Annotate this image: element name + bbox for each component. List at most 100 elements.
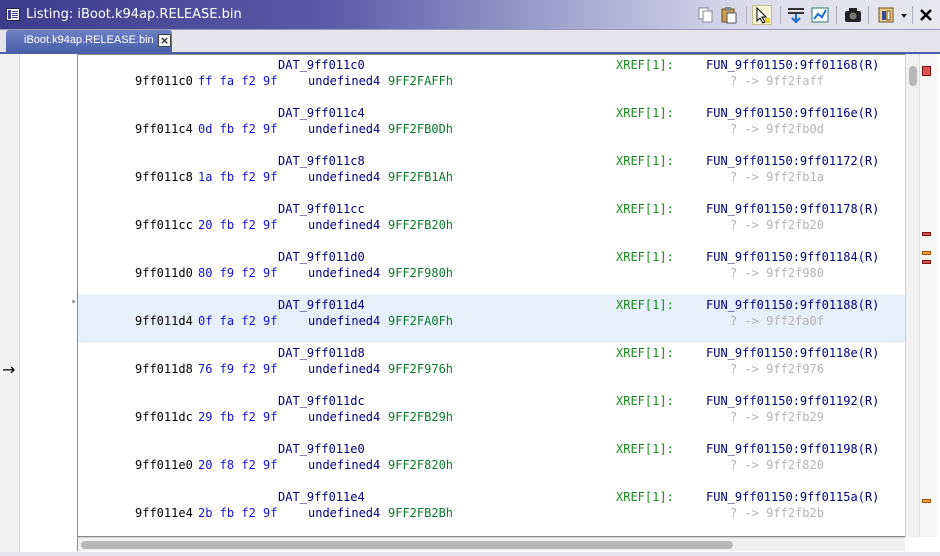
listing-entry[interactable]: DAT_9ff011cc XREF[1]: FUN_9ff01150:9ff0117… bbox=[78, 199, 905, 247]
instruction-address: 9ff011d4 bbox=[135, 314, 193, 328]
xref-label: XREF[1]: bbox=[616, 106, 674, 120]
data-type: undefined4 bbox=[308, 458, 381, 472]
instruction-bytes: 80 f9 f2 9f bbox=[198, 266, 278, 280]
marker-red[interactable] bbox=[922, 260, 931, 264]
xref-function-link[interactable]: FUN_9ff01150:9ff0115a(R) bbox=[706, 490, 879, 504]
data-label[interactable]: DAT_9ff011cc bbox=[278, 202, 365, 216]
paste-icon[interactable] bbox=[719, 5, 739, 25]
data-value: 9FF2FB20h bbox=[388, 218, 454, 232]
xref-ref-type: (R) bbox=[857, 58, 880, 72]
instruction-address: 9ff011e0 bbox=[135, 458, 193, 472]
instruction-address: 9ff011d8 bbox=[135, 362, 193, 376]
pointer-reference: ? -> 9ff2fb0d bbox=[730, 122, 824, 136]
data-label[interactable]: DAT_9ff011e4 bbox=[278, 490, 365, 504]
marker-orange[interactable] bbox=[922, 251, 931, 255]
instruction-bytes: 2b fb f2 9f bbox=[198, 506, 278, 520]
instruction-address: 9ff011d0 bbox=[135, 266, 193, 280]
data-label[interactable]: DAT_9ff011c8 bbox=[278, 154, 365, 168]
data-type: undefined4 bbox=[308, 170, 381, 184]
xref-ref-type: (R) bbox=[857, 298, 880, 312]
xref-function-link[interactable]: FUN_9ff01150:9ff01168(R) bbox=[706, 58, 879, 72]
data-label[interactable]: DAT_9ff011e0 bbox=[278, 442, 365, 456]
data-label[interactable]: DAT_9ff011d8 bbox=[278, 346, 365, 360]
xref-function-link[interactable]: FUN_9ff01150:9ff01192(R) bbox=[706, 394, 879, 408]
listing-entry[interactable]: DAT_9ff011c8 XREF[1]: FUN_9ff01150:9ff0117… bbox=[78, 151, 905, 199]
xref-function-link[interactable]: FUN_9ff01150:9ff01178(R) bbox=[706, 202, 879, 216]
data-label[interactable]: DAT_9ff011c4 bbox=[278, 106, 365, 120]
xref-label: XREF[1]: bbox=[616, 58, 674, 72]
instruction-address: 9ff011dc bbox=[135, 410, 193, 424]
xref-function-link[interactable]: FUN_9ff01150:9ff0118e(R) bbox=[706, 346, 879, 360]
xref-ref-type: (R) bbox=[857, 250, 880, 264]
marker-margin[interactable] bbox=[919, 54, 937, 537]
pointer-reference: ? -> 9ff2f976 bbox=[730, 362, 824, 376]
xref-function-link[interactable]: FUN_9ff01150:9ff01184(R) bbox=[706, 250, 879, 264]
marker-orange[interactable] bbox=[922, 499, 931, 503]
marker-red[interactable] bbox=[922, 232, 931, 236]
horizontal-scroll-thumb[interactable] bbox=[81, 541, 733, 549]
listing-entry[interactable]: DAT_9ff011c4 XREF[1]: FUN_9ff01150:9ff0116… bbox=[78, 103, 905, 151]
listing-entry[interactable]: DAT_9ff011d0 XREF[1]: FUN_9ff01150:9ff0118… bbox=[78, 247, 905, 295]
horizontal-scrollbar[interactable] bbox=[77, 537, 905, 551]
tab-close-icon[interactable]: × bbox=[158, 34, 171, 47]
diff-icon[interactable] bbox=[810, 5, 830, 25]
tab-iboot-listing[interactable]: iBoot.k94ap.RELEASE.bin × bbox=[6, 30, 172, 52]
instruction-bytes: 0f fa f2 9f bbox=[198, 314, 278, 328]
xref-function-link[interactable]: FUN_9ff01150:9ff01188(R) bbox=[706, 298, 879, 312]
instruction-bytes: 76 f9 f2 9f bbox=[198, 362, 278, 376]
pointer-reference: ? -> 9ff2fb29 bbox=[730, 410, 824, 424]
instruction-address: 9ff011c0 bbox=[135, 74, 193, 88]
listing-entry[interactable]: DAT_9ff011c0 XREF[1]: FUN_9ff01150:9ff0116… bbox=[78, 55, 905, 103]
xref-function-link[interactable]: FUN_9ff01150:9ff0116e(R) bbox=[706, 106, 879, 120]
data-label[interactable]: DAT_9ff011c0 bbox=[278, 58, 365, 72]
data-value: 9FF2F976h bbox=[388, 362, 454, 376]
window-title-bar: Listing: iBoot.k94ap.RELEASE.bin bbox=[0, 0, 940, 30]
listing-gutter[interactable] bbox=[20, 54, 76, 552]
listing-window-icon bbox=[6, 8, 20, 21]
vertical-scrollbar[interactable] bbox=[905, 54, 919, 537]
listing-margin[interactable]: → bbox=[0, 54, 20, 552]
data-value: 9FF2FB0Dh bbox=[388, 122, 454, 136]
data-label[interactable]: DAT_9ff011d4 bbox=[278, 298, 365, 312]
data-label[interactable]: DAT_9ff011dc bbox=[278, 394, 365, 408]
xref-ref-type: (R) bbox=[857, 106, 880, 120]
listing-entry[interactable]: DAT_9ff011e0 XREF[1]: FUN_9ff01150:9ff0119… bbox=[78, 439, 905, 487]
instruction-bytes: ff fa f2 9f bbox=[198, 74, 278, 88]
toolbar-separator bbox=[836, 6, 837, 24]
instruction-bytes: 0d fb f2 9f bbox=[198, 122, 278, 136]
data-value: 9FF2FA0Fh bbox=[388, 314, 454, 328]
data-value: 9FF2FAFFh bbox=[388, 74, 454, 88]
vertical-scroll-thumb[interactable] bbox=[909, 66, 917, 86]
xref-label: XREF[1]: bbox=[616, 394, 674, 408]
pointer-reference: ? -> 9ff2f980 bbox=[730, 266, 824, 280]
dropdown-icon[interactable] bbox=[898, 5, 910, 25]
navigate-down-icon[interactable] bbox=[786, 5, 806, 25]
xref-function-link[interactable]: FUN_9ff01150:9ff01172(R) bbox=[706, 154, 879, 168]
gutter-marker bbox=[72, 300, 75, 303]
cursor-highlight-icon[interactable] bbox=[752, 5, 772, 25]
toolbar-separator bbox=[746, 6, 747, 24]
data-label[interactable]: DAT_9ff011d0 bbox=[278, 250, 365, 264]
instruction-bytes: 29 fb f2 9f bbox=[198, 410, 278, 424]
listing-entry[interactable]: DAT_9ff011d4 XREF[1]: FUN_9ff01150:9ff0118… bbox=[78, 295, 905, 343]
listing-entry[interactable]: DAT_9ff011d8 XREF[1]: FUN_9ff01150:9ff0118… bbox=[78, 343, 905, 391]
snapshot-icon[interactable] bbox=[843, 5, 863, 25]
data-type: undefined4 bbox=[308, 266, 381, 280]
data-type: undefined4 bbox=[308, 74, 381, 88]
xref-label: XREF[1]: bbox=[616, 490, 674, 504]
data-type: undefined4 bbox=[308, 506, 381, 520]
xref-label: XREF[1]: bbox=[616, 250, 674, 264]
listing-view[interactable]: DAT_9ff011c0 XREF[1]: FUN_9ff01150:9ff0116… bbox=[77, 54, 905, 537]
pointer-reference: ? -> 9ff2fb1a bbox=[730, 170, 824, 184]
close-icon[interactable] bbox=[916, 5, 936, 25]
listing-entry[interactable]: DAT_9ff011dc XREF[1]: FUN_9ff01150:9ff0119… bbox=[78, 391, 905, 439]
xref-ref-type: (R) bbox=[857, 202, 880, 216]
edit-fields-icon[interactable] bbox=[876, 5, 896, 25]
instruction-address: 9ff011e4 bbox=[135, 506, 193, 520]
toolbar-separator bbox=[868, 6, 869, 24]
window-bottom-edge bbox=[0, 552, 940, 556]
xref-function-link[interactable]: FUN_9ff01150:9ff01198(R) bbox=[706, 442, 879, 456]
bookmark-marker-icon[interactable] bbox=[922, 66, 931, 76]
listing-entry[interactable]: DAT_9ff011e4 XREF[1]: FUN_9ff01150:9ff0115… bbox=[78, 487, 905, 535]
copy-icon[interactable] bbox=[696, 5, 716, 25]
